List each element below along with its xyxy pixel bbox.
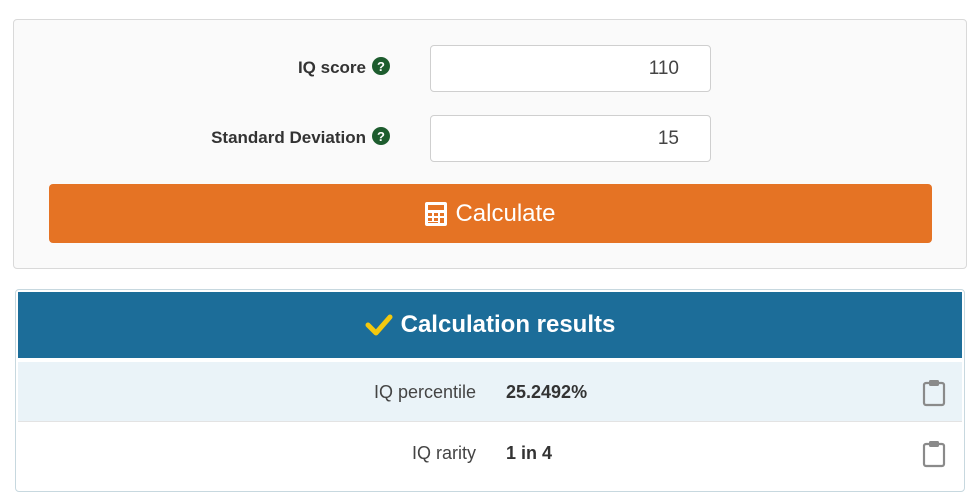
results-title: Calculation results (400, 311, 616, 338)
clipboard-icon[interactable] (922, 440, 946, 468)
result-label: IQ percentile (373, 381, 476, 402)
standard-deviation-label-wrap: Standard Deviation ? (211, 114, 390, 162)
standard-deviation-input[interactable] (430, 115, 711, 162)
checkmark-icon (365, 314, 393, 336)
result-value: 1 in 4 (506, 442, 553, 463)
iq-score-input[interactable] (430, 45, 711, 92)
question-circle-icon[interactable]: ? (372, 127, 390, 145)
standard-deviation-label: Standard Deviation (211, 128, 366, 147)
iq-score-row: IQ score ? (14, 44, 966, 92)
calculate-button[interactable]: Calculate (49, 184, 932, 243)
result-label: IQ rarity (411, 442, 476, 463)
iq-score-label: IQ score (297, 58, 366, 77)
result-value: 25.2492% (506, 381, 588, 402)
result-row-percentile: IQ percentile 25.2492% (18, 362, 962, 422)
iq-score-label-wrap: IQ score ? (298, 44, 390, 92)
calculate-button-label: Calculate (455, 199, 556, 227)
results-panel: Calculation results IQ percentile 25.249… (15, 289, 965, 492)
result-row-rarity: IQ rarity 1 in 4 (18, 423, 962, 483)
results-header: Calculation results (18, 292, 962, 358)
standard-deviation-row: Standard Deviation ? (14, 114, 966, 162)
calculator-icon (425, 201, 448, 226)
question-circle-icon[interactable]: ? (372, 57, 390, 75)
clipboard-icon[interactable] (922, 379, 946, 407)
calculator-form: IQ score ? Standard Deviation ? Calculat… (13, 19, 967, 269)
